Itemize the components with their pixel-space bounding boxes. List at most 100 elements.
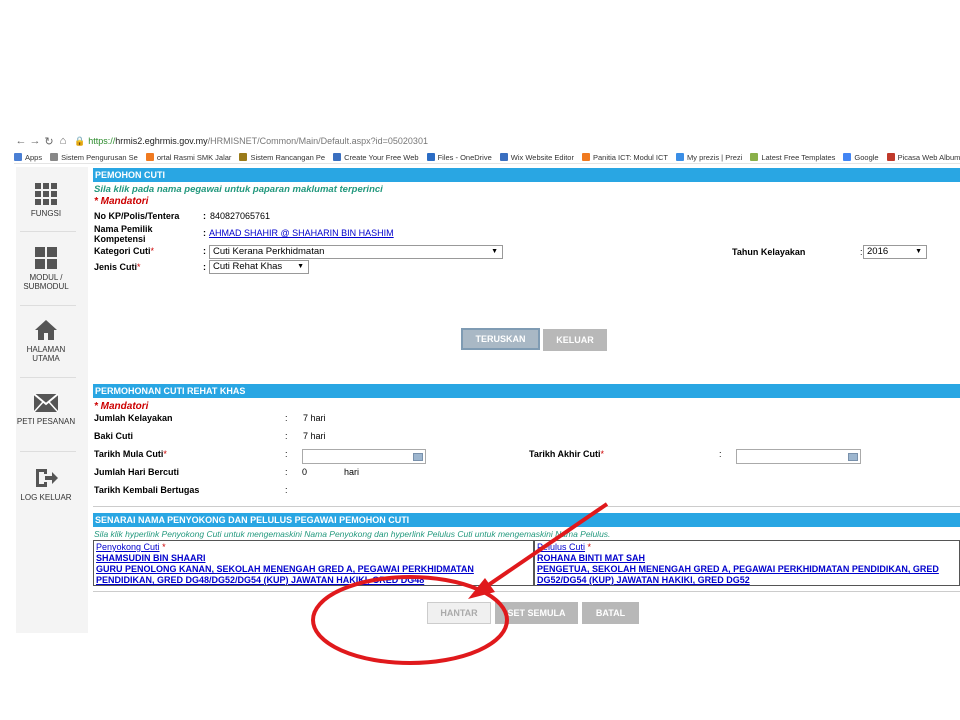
pelulus-position-line1[interactable]: PENGETUA, SEKOLAH MENENGAH GRED A, PEGAW… (537, 564, 957, 575)
url-scheme: https:// (88, 136, 116, 146)
calendar-icon[interactable] (413, 453, 423, 461)
forward-icon[interactable]: → (28, 135, 42, 147)
url-field[interactable]: https://hrmis2.eghrmis.gov.my/HRMISNET/C… (88, 136, 428, 146)
colon: : (285, 467, 288, 477)
lock-icon: 🔒 (74, 135, 86, 146)
bookmark-label: ortal Rasmi SMK Jalar (156, 152, 232, 162)
baki-cuti-value: 7 hari (303, 431, 326, 441)
pelulus-title-link[interactable]: Pelulus Cuti (537, 542, 585, 552)
jenis-cuti-select[interactable]: Cuti Rehat Khas ▼ (209, 260, 309, 274)
chevron-down-icon: ▼ (297, 263, 304, 270)
calendar-icon[interactable] (848, 453, 858, 461)
back-icon[interactable]: ← (14, 135, 28, 147)
nama-pegawai-link[interactable]: AHMAD SHAHIR @ SHAHARIN BIN HASHIM (209, 228, 394, 238)
bookmark-icon (426, 153, 435, 161)
mandatori-note: * Mandatori (94, 401, 149, 412)
sidebar-item-fungsi[interactable]: FUNGSI (16, 183, 76, 218)
colon: : (203, 211, 206, 221)
penyokong-position-line1[interactable]: GURU PENOLONG KANAN, SEKOLAH MENENGAH GR… (96, 564, 531, 575)
penyokong-title-link[interactable]: Penyokong Cuti (96, 542, 160, 552)
kp-value: 840827065761 (210, 211, 271, 221)
baki-cuti-label: Baki Cuti (94, 431, 134, 441)
bookmark-icon (333, 153, 342, 161)
keluar-button[interactable]: KELUAR (543, 329, 607, 351)
reload-icon[interactable]: ↻ (42, 135, 56, 148)
teruskan-button[interactable]: TERUSKAN (461, 328, 540, 350)
envelope-icon (33, 393, 59, 413)
jenis-label: Jenis Cuti* (94, 262, 141, 272)
kategori-label-text: Kategori Cuti (94, 246, 151, 256)
bookmark-label: Picasa Web Albums (897, 152, 960, 162)
pelulus-name-link[interactable]: ROHANA BINTI MAT SAH (537, 553, 957, 564)
bookmark-item[interactable]: Latest Free Templates (750, 153, 835, 162)
bookmark-icon (239, 153, 248, 161)
colon: : (203, 228, 206, 238)
required-mark: * (163, 449, 167, 459)
jumlah-hari-bercuti-label: Jumlah Hari Bercuti (94, 467, 180, 477)
bookmark-label: Files - OneDrive (437, 152, 492, 162)
colon: : (285, 449, 288, 459)
bookmark-item[interactable]: Create Your Free Web (333, 153, 419, 162)
bookmark-icon (145, 153, 154, 161)
bookmark-item[interactable]: Files - OneDrive (426, 152, 492, 162)
sidebar-item-modul[interactable]: MODUL / SUBMODUL (16, 247, 76, 291)
jumlah-kelayakan-value: 7 hari (303, 413, 326, 423)
sidebar-item-halaman-utama[interactable]: HALAMAN UTAMA (16, 319, 76, 363)
bookmark-item[interactable]: Sistem Rancangan Pe (239, 153, 325, 162)
chevron-down-icon: ▼ (915, 248, 922, 255)
chevron-down-icon: ▼ (491, 248, 498, 255)
colon: : (285, 413, 288, 423)
bookmark-label: Wix Website Editor (510, 152, 574, 162)
bookmark-item[interactable]: Sistem Pengurusan Se (50, 153, 138, 162)
sidebar-divider (20, 305, 76, 306)
pelulus-box: Pelulus Cuti * ROHANA BINTI MAT SAH PENG… (534, 540, 960, 586)
tarikh-akhir-label-text: Tarikh Akhir Cuti (529, 449, 601, 459)
batal-button[interactable]: BATAL (582, 602, 639, 624)
bookmark-icon (14, 153, 22, 161)
colon: : (285, 431, 288, 441)
kategori-cuti-value: Cuti Kerana Perkhidmatan (213, 246, 325, 257)
colon: : (285, 485, 288, 495)
required-mark: * (137, 262, 141, 272)
bookmark-item[interactable]: Apps (14, 153, 42, 162)
home-icon[interactable]: ⌂ (56, 135, 70, 147)
bookmark-item[interactable]: Wix Website Editor (499, 152, 574, 162)
penyokong-name-link[interactable]: SHAMSUDIN BIN SHAARI (96, 553, 531, 564)
bookmark-item[interactable]: My prezis | Prezi (676, 153, 742, 162)
kategori-cuti-select[interactable]: Cuti Kerana Perkhidmatan ▼ (209, 245, 503, 259)
jumlah-hari-bercuti-value: 0 (302, 467, 308, 477)
sidebar-item-peti-pesanan[interactable]: PETI PESANAN (16, 393, 76, 426)
sidebar-item-log-keluar[interactable]: LOG KELUAR (16, 467, 76, 502)
bookmark-item[interactable]: Panitia ICT: Modul ICT (581, 152, 669, 162)
required-mark: * (162, 542, 166, 552)
pelulus-position-line2[interactable]: DG52/DG54 (KUP) JAWATAN HAKIKI, GRED DG5… (537, 575, 957, 586)
tarikh-mula-input[interactable] (302, 449, 426, 464)
bookmark-label: My prezis | Prezi (687, 152, 743, 162)
browser-address-bar: ← → ↻ ⌂ 🔒 https://hrmis2.eghrmis.gov.my/… (14, 134, 960, 148)
sidebar-item-label: PETI PESANAN (16, 417, 76, 426)
bookmark-label: Panitia ICT: Modul ICT (592, 152, 669, 162)
url-host: hrmis2.eghrmis.gov.my (115, 136, 208, 146)
tahun-kelayakan-select[interactable]: 2016 ▼ (863, 245, 927, 259)
tarikh-akhir-input[interactable] (736, 449, 861, 464)
sidebar-divider (20, 377, 76, 378)
colon: : (719, 449, 722, 459)
hantar-button[interactable]: HANTAR (427, 602, 491, 624)
grid-icon (35, 183, 57, 205)
bookmark-icon (843, 153, 852, 161)
bookmark-label: Create Your Free Web (344, 152, 419, 162)
hari-unit: hari (344, 467, 360, 477)
penyokong-position-line2[interactable]: PENDIDIKAN, GRED DG48/DG52/DG54 (KUP) JA… (96, 575, 531, 586)
sidebar-divider (20, 451, 76, 452)
bookmark-item[interactable]: ortal Rasmi SMK Jalar (145, 152, 232, 162)
sidebar-item-label: MODUL / SUBMODUL (23, 273, 69, 291)
sidebar-item-label: HALAMAN UTAMA (26, 345, 66, 363)
bookmark-item[interactable]: Google (843, 153, 879, 162)
tarikh-kembali-label: Tarikh Kembali Bertugas (94, 485, 200, 495)
set-semula-button[interactable]: SET SEMULA (495, 602, 578, 624)
colon: : (203, 262, 206, 272)
bookmark-icon (499, 153, 508, 161)
bookmark-item[interactable]: Picasa Web Albums (886, 152, 960, 162)
nama-label: Nama Pemilik Kompetensi (94, 224, 153, 244)
url-path: /HRMISNET/Common/Main/Default.aspx?id=05… (207, 136, 428, 146)
